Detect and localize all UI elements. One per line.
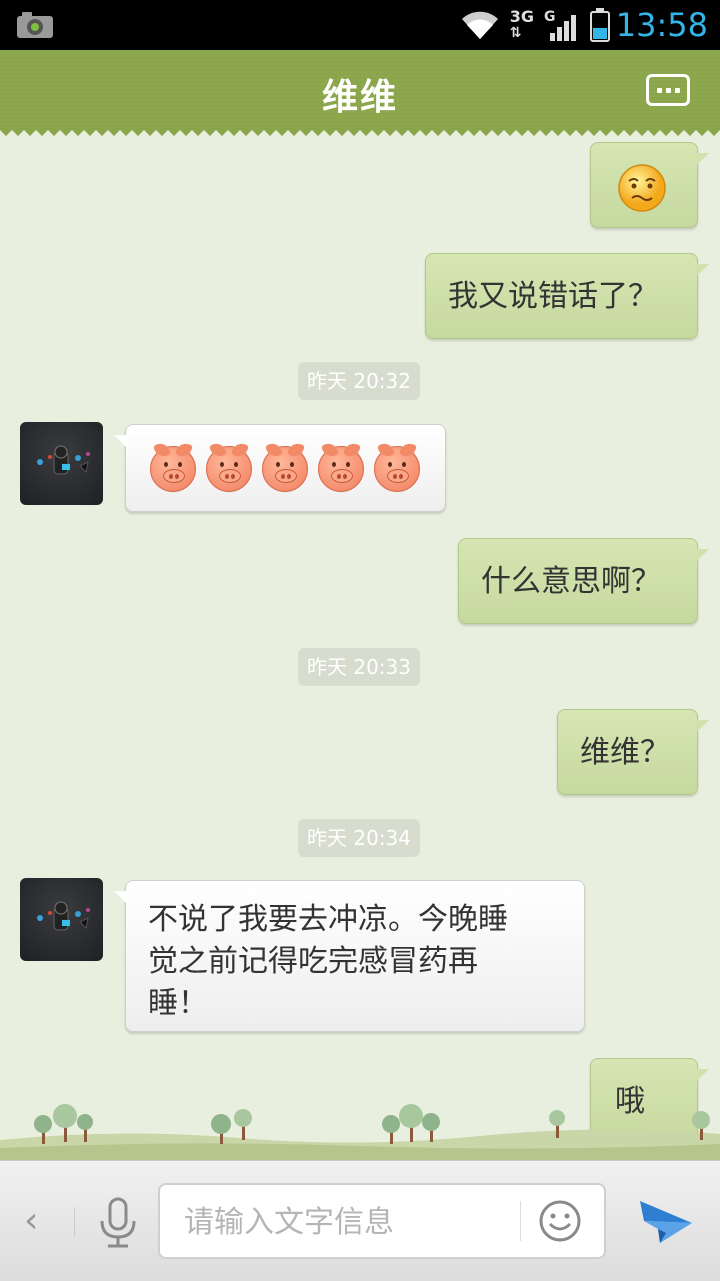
- message-text: 不说了我要去冲凉。今晚睡 觉之前记得吃完感冒药再 睡！: [148, 899, 508, 1025]
- message-bubble-outgoing[interactable]: 我又说错话了？: [425, 253, 709, 339]
- voice-input-button[interactable]: [96, 1197, 140, 1249]
- message-bubble-outgoing[interactable]: [590, 142, 709, 228]
- network-3g-icon: 3G ⇅: [509, 7, 534, 42]
- message-text: 我又说错话了？: [448, 279, 658, 314]
- message-bubble-incoming[interactable]: 不说了我要去冲凉。今晚睡 觉之前记得吃完感冒药再 睡！: [114, 880, 585, 1032]
- message-line: 睡！: [148, 986, 208, 1021]
- avatar-image: [37, 445, 90, 475]
- message-line: 不说了我要去冲凉。今晚睡: [148, 902, 508, 937]
- pig-emoji: [318, 446, 364, 492]
- more-menu-icon: [657, 88, 662, 93]
- smiley-icon: [539, 1200, 581, 1242]
- worried-face-emoji: [618, 164, 666, 212]
- status-bar: 3G ⇅ G 13:58: [0, 0, 720, 50]
- clock: 13:58: [615, 6, 708, 44]
- battery-icon: [590, 8, 610, 42]
- network-label-3g: 3G: [509, 7, 534, 26]
- message-line: 觉之前记得吃完感冒药再: [148, 944, 478, 979]
- message-timestamp: 昨天 20:33: [298, 648, 420, 686]
- avatar-image: [37, 901, 90, 931]
- divider: [520, 1201, 521, 1241]
- send-button[interactable]: [636, 1191, 696, 1251]
- chat-messages[interactable]: 我又说错话了？ 昨天 20:32 什么意思啊？ 昨天 20:33 维维？ 昨天 …: [0, 138, 720, 1160]
- message-input-box[interactable]: [158, 1183, 606, 1259]
- pig-emoji: [206, 446, 252, 492]
- microphone-icon: [100, 1197, 136, 1248]
- network-label-g: G: [544, 9, 556, 25]
- message-timestamp: 昨天 20:34: [298, 819, 420, 857]
- message-bubble-incoming[interactable]: [114, 424, 446, 512]
- landscape-decoration: [0, 1104, 720, 1160]
- back-button[interactable]: ‹: [24, 1201, 50, 1241]
- signal-g-icon: G: [544, 9, 580, 41]
- divider: [74, 1207, 75, 1237]
- message-bubble-outgoing[interactable]: 什么意思啊？: [458, 538, 709, 624]
- chat-header: 维维: [0, 50, 720, 136]
- message-text: 维维？: [580, 735, 670, 770]
- more-menu-button[interactable]: [646, 74, 690, 106]
- header-zigzag-edge: [0, 128, 720, 136]
- paper-plane-icon: [640, 1201, 692, 1243]
- emoji-button[interactable]: [538, 1199, 582, 1243]
- message-text: 什么意思啊？: [481, 564, 661, 599]
- chevron-left-icon: ‹: [24, 1200, 39, 1241]
- input-bar: ‹: [0, 1160, 720, 1281]
- wifi-icon: [461, 11, 498, 39]
- message-timestamp: 昨天 20:32: [298, 362, 420, 400]
- pig-emoji: [150, 446, 196, 492]
- contact-avatar[interactable]: [20, 422, 103, 505]
- camera-icon: [17, 12, 53, 38]
- contact-avatar[interactable]: [20, 878, 103, 961]
- contact-name: 维维: [321, 77, 398, 118]
- status-icons: 3G ⇅ G: [460, 8, 610, 42]
- pig-emoji: [374, 446, 420, 492]
- message-input[interactable]: [182, 1197, 516, 1247]
- message-bubble-outgoing[interactable]: 维维？: [557, 709, 709, 795]
- pig-emoji: [262, 446, 308, 492]
